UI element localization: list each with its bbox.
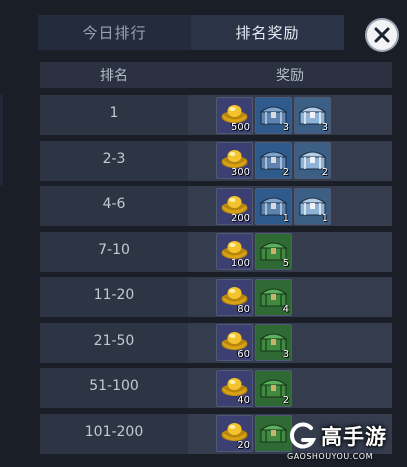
- reward-cell: 20: [188, 413, 392, 454]
- close-x-icon: [374, 27, 390, 43]
- rank-cell: 2-3: [102, 150, 126, 167]
- tab-bar: 今日排行 排名奖励: [38, 15, 344, 50]
- reward-count: 2: [282, 167, 289, 178]
- reward-cell: 300 2 2: [188, 140, 392, 181]
- reward-count: 2: [282, 394, 289, 406]
- reward-item-blue[interactable]: 1: [255, 187, 292, 225]
- reward-cell: 200 1 1: [188, 186, 392, 226]
- reward-count: 200: [230, 212, 250, 224]
- reward-count: 3: [282, 121, 289, 133]
- close-button[interactable]: [365, 18, 399, 52]
- reward-count: 20: [237, 440, 250, 451]
- reward-count: 2: [321, 167, 328, 178]
- reward-item-green[interactable]: 2: [255, 369, 292, 407]
- rank-cell: 101-200: [84, 423, 144, 440]
- reward-count: 3: [282, 349, 289, 360]
- reward-item-green[interactable]: 4: [255, 278, 292, 316]
- reward-count: 40: [237, 394, 250, 406]
- reward-item-silver[interactable]: 2: [294, 142, 331, 179]
- reward-count: 3: [321, 121, 328, 133]
- rank-cell: 4-6: [102, 196, 126, 212]
- table-row: 4-6 200 1 1: [40, 186, 392, 226]
- reward-item-gold[interactable]: 20: [216, 415, 253, 452]
- green-chest-icon: [259, 424, 288, 443]
- reward-column-header: 奖励: [276, 68, 304, 84]
- reward-item-gold[interactable]: 100: [216, 233, 253, 270]
- table-row: 7-10 100 5: [40, 231, 392, 272]
- reward-cell: 100 5: [188, 231, 392, 272]
- rank-cell: 21-50: [93, 332, 135, 349]
- reward-item-gold[interactable]: 300: [216, 142, 253, 179]
- reward-item-green[interactable]: 3: [255, 324, 292, 361]
- tab-rank-rewards[interactable]: 排名奖励: [191, 15, 344, 50]
- rank-column-header: 排名: [100, 68, 128, 84]
- reward-count: 300: [230, 167, 250, 178]
- reward-item-gold[interactable]: 80: [216, 278, 253, 316]
- reward-cell: 500 3 3: [188, 95, 392, 135]
- tab-today-ranking[interactable]: 今日排行: [38, 15, 191, 50]
- reward-item-silver[interactable]: 3: [294, 96, 331, 134]
- rank-cell: 11-20: [93, 287, 135, 303]
- reward-item-gold[interactable]: 60: [216, 324, 253, 361]
- reward-count: 60: [237, 349, 250, 360]
- table-header: 排名 奖励: [40, 62, 392, 88]
- reward-cell: 80 4: [188, 277, 392, 317]
- reward-item-gold[interactable]: 500: [216, 96, 253, 134]
- table-row: 21-50 60 3: [40, 322, 392, 363]
- reward-count: 80: [237, 303, 250, 315]
- reward-item-blue[interactable]: 3: [255, 96, 292, 134]
- table-row: 51-100 40 2: [40, 368, 392, 408]
- reward-rows: 1 500 3 3 2-3 300 2 2 4-6 200 1 1 7-10 100 5 11-20 80 4 21…: [40, 95, 392, 459]
- reward-count: 1: [282, 212, 289, 224]
- table-row: 1 500 3 3: [40, 95, 392, 135]
- reward-item-green[interactable]: [255, 415, 292, 452]
- table-row: 101-200 20: [40, 413, 392, 454]
- reward-cell: 40 2: [188, 368, 392, 408]
- rank-cell: 1: [109, 105, 119, 121]
- reward-item-blue[interactable]: 2: [255, 142, 292, 179]
- reward-item-gold[interactable]: 40: [216, 369, 253, 407]
- reward-count: 5: [282, 258, 289, 269]
- rank-cell: 7-10: [98, 241, 130, 258]
- side-decoration: [0, 95, 3, 185]
- reward-count: 1: [321, 212, 328, 224]
- reward-item-gold[interactable]: 200: [216, 187, 253, 225]
- reward-count: 4: [282, 303, 289, 315]
- table-row: 2-3 300 2 2: [40, 140, 392, 181]
- reward-item-silver[interactable]: 1: [294, 187, 331, 225]
- rank-cell: 51-100: [89, 378, 139, 394]
- reward-count: 100: [230, 258, 250, 269]
- reward-count: 500: [230, 121, 250, 133]
- reward-cell: 60 3: [188, 322, 392, 363]
- table-row: 11-20 80 4: [40, 277, 392, 317]
- reward-item-green[interactable]: 5: [255, 233, 292, 270]
